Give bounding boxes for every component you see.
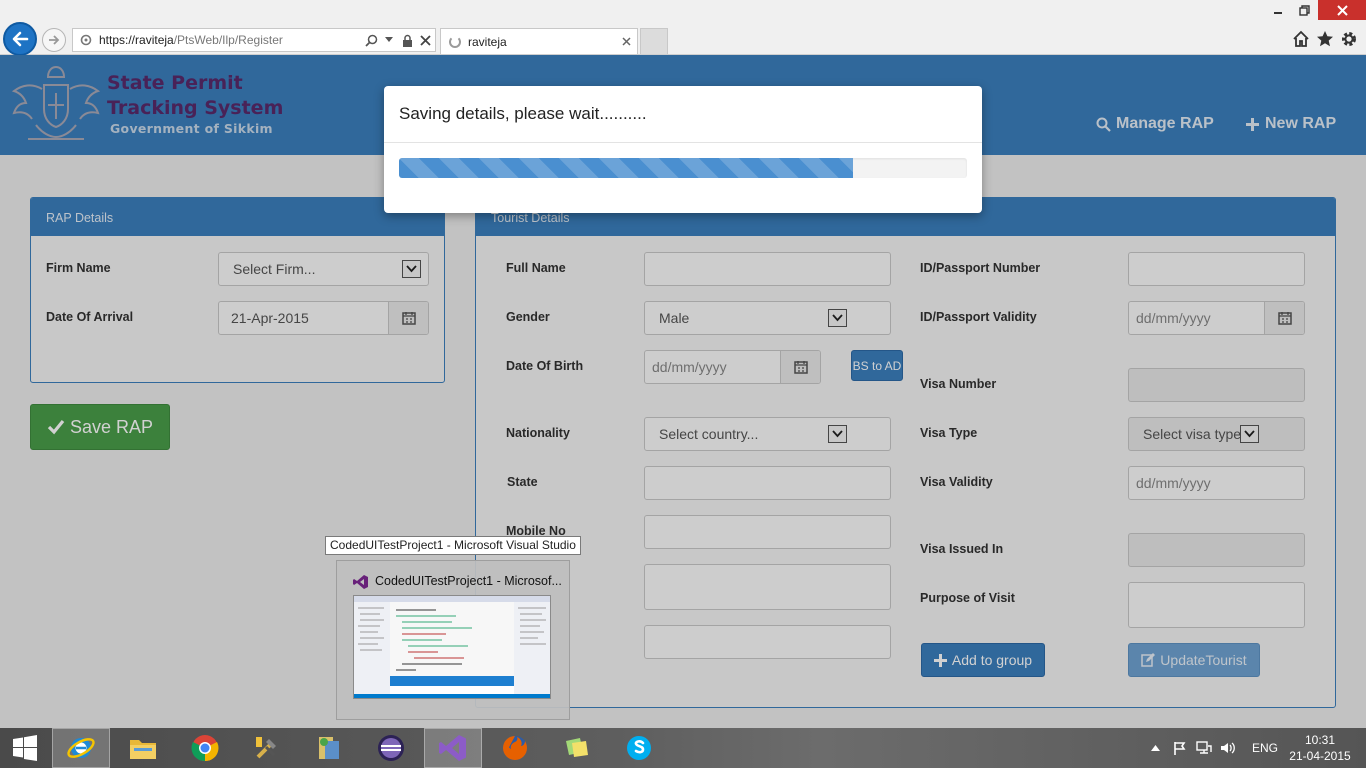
taskbar-installer[interactable] xyxy=(300,728,358,768)
taskbar-chrome[interactable] xyxy=(176,728,234,768)
sticky-notes-icon xyxy=(566,738,588,757)
folder-icon xyxy=(130,740,156,759)
tab-raviteja[interactable]: raviteja xyxy=(440,28,638,54)
visual-studio-icon xyxy=(439,735,466,761)
action-center-flag-icon[interactable] xyxy=(1168,741,1192,755)
dropdown-icon[interactable] xyxy=(381,32,397,48)
taskbar-clock[interactable]: 10:31 21-04-2015 xyxy=(1282,732,1358,764)
skype-icon xyxy=(627,736,651,760)
tray-expand-icon[interactable] xyxy=(1148,745,1162,751)
loading-icon xyxy=(449,35,461,48)
tab-title: raviteja xyxy=(468,34,507,49)
minimize-button[interactable] xyxy=(1265,0,1291,20)
taskbar-eclipse[interactable] xyxy=(362,728,420,768)
saving-message: Saving details, please wait.......... xyxy=(399,104,647,123)
url-path: /PtsWeb/Ilp/Register xyxy=(173,33,283,47)
windows-logo-icon xyxy=(13,735,37,761)
thumbnail-title: CodedUITestProject1 - Microsof... xyxy=(375,574,562,588)
stop-icon[interactable] xyxy=(417,32,433,48)
tab-close-icon[interactable] xyxy=(617,33,635,51)
gear-icon[interactable] xyxy=(1339,29,1359,49)
tools-icon xyxy=(256,737,276,759)
eclipse-icon xyxy=(378,735,404,761)
taskbar-file-explorer[interactable] xyxy=(114,728,172,768)
save-progress-fill xyxy=(399,158,854,178)
home-icon[interactable] xyxy=(1291,29,1311,49)
browser-chrome: https://raviteja/PtsWeb/Ilp/Register rav… xyxy=(0,0,1366,56)
internet-explorer-icon xyxy=(67,738,95,758)
taskbar-tools[interactable] xyxy=(238,728,296,768)
back-arrow-icon xyxy=(12,31,29,47)
chrome-icon xyxy=(191,735,219,762)
taskbar-visual-studio[interactable] xyxy=(424,728,482,768)
start-button[interactable] xyxy=(0,728,50,768)
forward-button[interactable] xyxy=(42,28,66,52)
taskbar-internet-explorer[interactable] xyxy=(52,728,110,768)
url-host: https://raviteja xyxy=(99,33,174,47)
windows-taskbar: ENG 10:31 21-04-2015 xyxy=(0,728,1366,768)
favorites-star-icon[interactable] xyxy=(1315,29,1335,49)
saving-dialog: Saving details, please wait.......... xyxy=(384,86,982,213)
language-indicator[interactable]: ENG xyxy=(1252,741,1278,755)
clock-date: 21-04-2015 xyxy=(1289,749,1351,763)
new-tab-button[interactable] xyxy=(640,28,668,54)
installer-icon xyxy=(319,737,339,759)
network-icon[interactable] xyxy=(1192,741,1216,755)
forward-arrow-icon xyxy=(49,35,60,45)
search-icon[interactable] xyxy=(363,32,379,48)
volume-icon[interactable] xyxy=(1216,741,1240,755)
restore-button[interactable] xyxy=(1291,0,1317,20)
url-text[interactable]: https://raviteja/PtsWeb/Ilp/Register xyxy=(99,33,363,47)
thumbnail-preview-image xyxy=(353,595,551,699)
lock-icon[interactable] xyxy=(399,32,415,48)
window-thumbnail[interactable]: CodedUITestProject1 - Microsof... xyxy=(336,560,570,720)
taskbar-skype[interactable] xyxy=(610,728,668,768)
clock-time: 10:31 xyxy=(1304,733,1336,747)
close-window-button[interactable] xyxy=(1318,0,1366,20)
visual-studio-icon xyxy=(353,575,368,589)
save-progress-bar xyxy=(399,158,967,178)
back-button[interactable] xyxy=(3,22,37,56)
address-bar[interactable]: https://raviteja/PtsWeb/Ilp/Register xyxy=(72,28,436,52)
system-tray: ENG xyxy=(1148,728,1278,768)
taskbar-sticky-notes[interactable] xyxy=(548,728,606,768)
site-settings-icon xyxy=(80,34,92,46)
taskbar-tooltip: CodedUITestProject1 - Microsoft Visual S… xyxy=(325,536,581,555)
dialog-divider xyxy=(384,142,982,143)
firefox-icon xyxy=(503,736,527,760)
taskbar-firefox[interactable] xyxy=(486,728,544,768)
